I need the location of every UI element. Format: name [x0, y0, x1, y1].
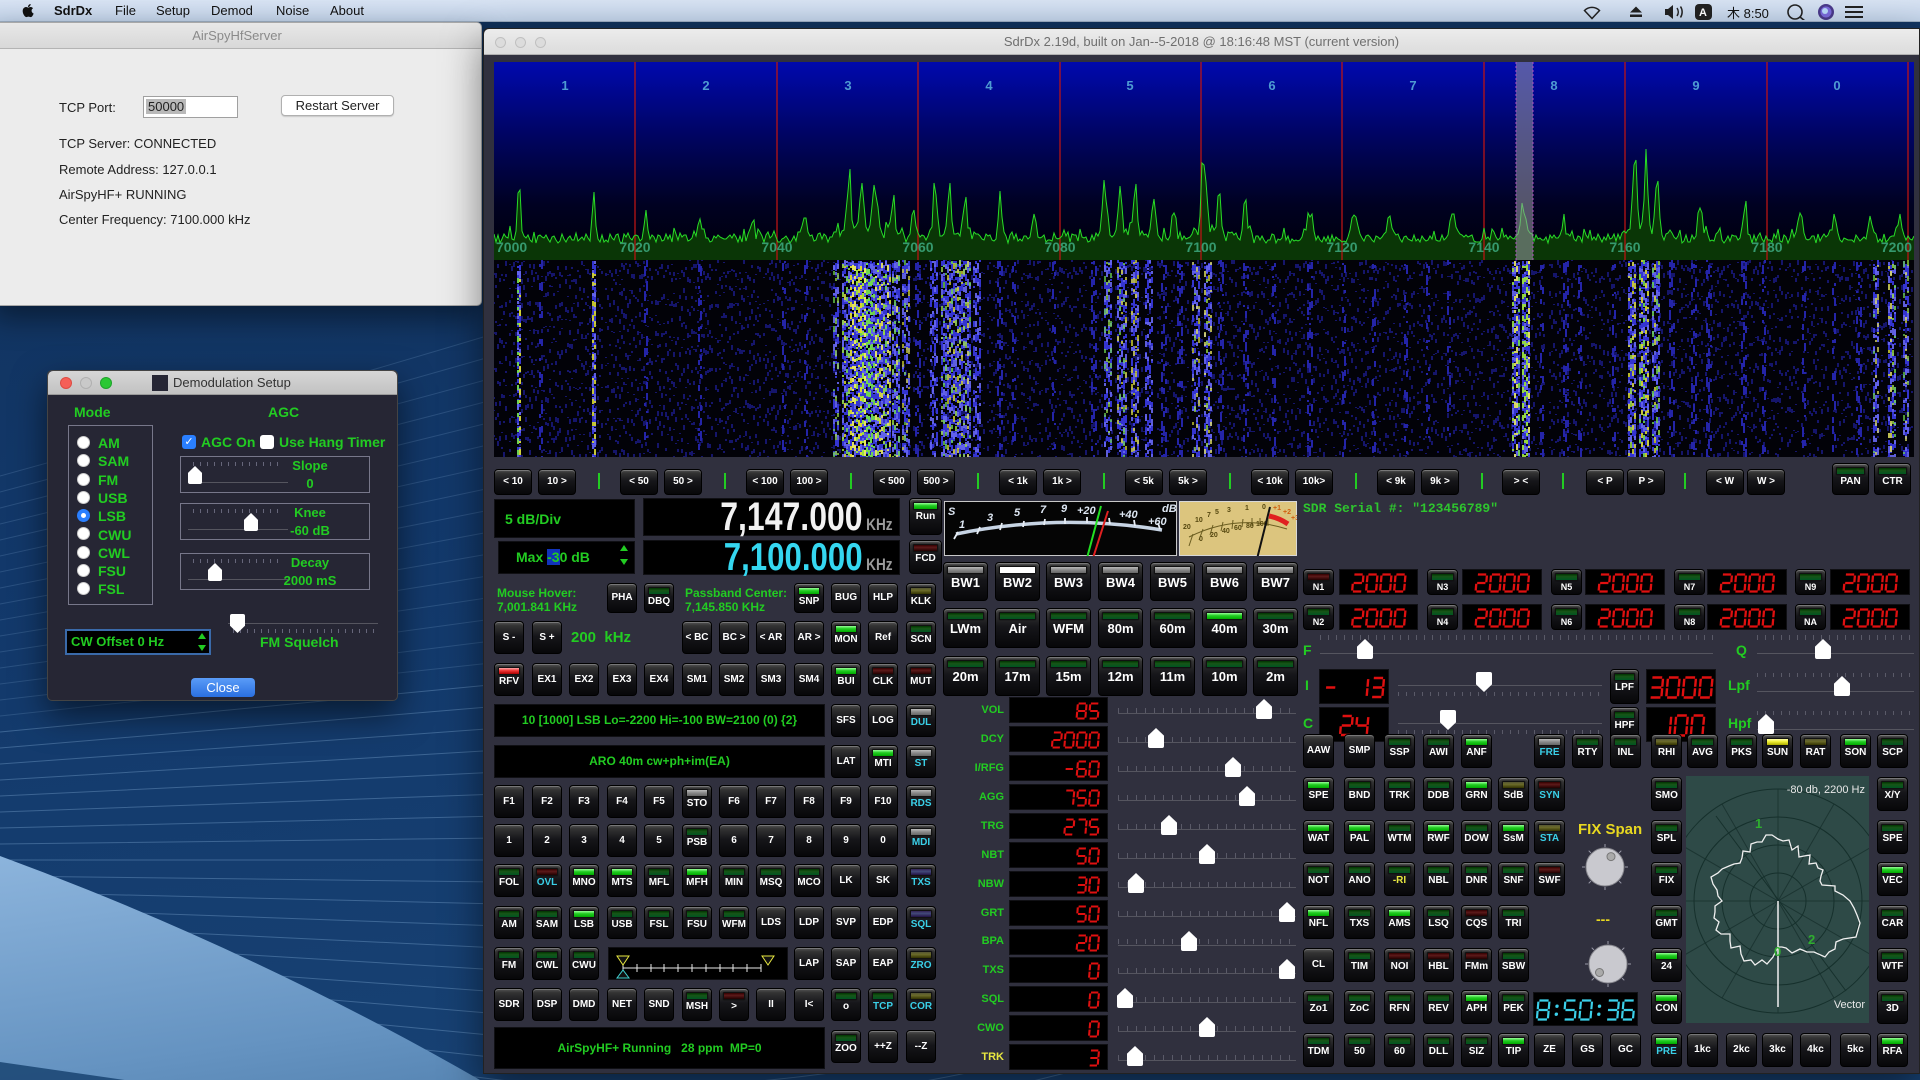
svg-text:2: 2 — [1808, 932, 1815, 947]
svg-text:20: 20 — [1183, 524, 1191, 531]
svg-text:7: 7 — [1207, 512, 1211, 519]
svg-text:7: 7 — [1409, 78, 1416, 93]
svg-text:4: 4 — [985, 78, 993, 93]
svg-text:+40: +40 — [1119, 509, 1139, 521]
svg-text:+20: +20 — [1077, 505, 1097, 517]
svg-text:6: 6 — [1268, 78, 1275, 93]
svg-text:0: 0 — [1774, 944, 1781, 959]
svg-text:7140: 7140 — [1468, 239, 1499, 255]
svg-text:0: 0 — [1199, 536, 1203, 543]
svg-text:+1: +1 — [1273, 505, 1281, 512]
svg-text:1: 1 — [1245, 505, 1249, 512]
svg-text:60: 60 — [1234, 525, 1242, 532]
svg-text:1: 1 — [959, 519, 965, 531]
svg-text:80: 80 — [1246, 523, 1254, 530]
svg-text:5: 5 — [1126, 78, 1133, 93]
svg-text:1: 1 — [561, 78, 568, 93]
svg-text:S: S — [948, 506, 956, 518]
svg-text:1: 1 — [1755, 816, 1762, 831]
svg-text:dB: dB — [1162, 503, 1177, 515]
svg-text:7020: 7020 — [619, 239, 650, 255]
svg-text:7040: 7040 — [761, 239, 792, 255]
svg-text:2: 2 — [702, 78, 709, 93]
svg-text:7180: 7180 — [1751, 239, 1782, 255]
svg-text:20: 20 — [1210, 532, 1218, 539]
svg-text:7200: 7200 — [1881, 239, 1912, 255]
svg-text:A: A — [1699, 7, 1707, 19]
svg-text:7100: 7100 — [1185, 239, 1216, 255]
svg-text:10: 10 — [1195, 517, 1203, 524]
svg-text:7120: 7120 — [1326, 239, 1357, 255]
svg-text:+2: +2 — [1283, 509, 1291, 516]
svg-text:5: 5 — [1215, 509, 1219, 516]
svg-text:0: 0 — [1833, 78, 1840, 93]
svg-text:7: 7 — [1040, 504, 1047, 516]
svg-text:7060: 7060 — [902, 239, 933, 255]
svg-text:+60: +60 — [1148, 516, 1168, 528]
svg-text:5: 5 — [1014, 507, 1021, 519]
svg-text:3: 3 — [1227, 507, 1231, 514]
svg-text:9: 9 — [1061, 503, 1068, 515]
svg-text:7080: 7080 — [1044, 239, 1075, 255]
svg-text:40: 40 — [1222, 528, 1230, 535]
svg-text:7160: 7160 — [1609, 239, 1640, 255]
svg-text:0: 0 — [1262, 504, 1266, 511]
svg-text:-80 db, 2200 Hz: -80 db, 2200 Hz — [1787, 784, 1865, 796]
svg-text:3: 3 — [844, 78, 851, 93]
svg-text:+3: +3 — [1291, 515, 1297, 522]
svg-text:8: 8 — [1550, 78, 1557, 93]
svg-text:Vector: Vector — [1834, 999, 1866, 1011]
svg-text:3: 3 — [987, 512, 993, 524]
svg-text:9: 9 — [1692, 78, 1699, 93]
svg-text:7000: 7000 — [496, 239, 527, 255]
